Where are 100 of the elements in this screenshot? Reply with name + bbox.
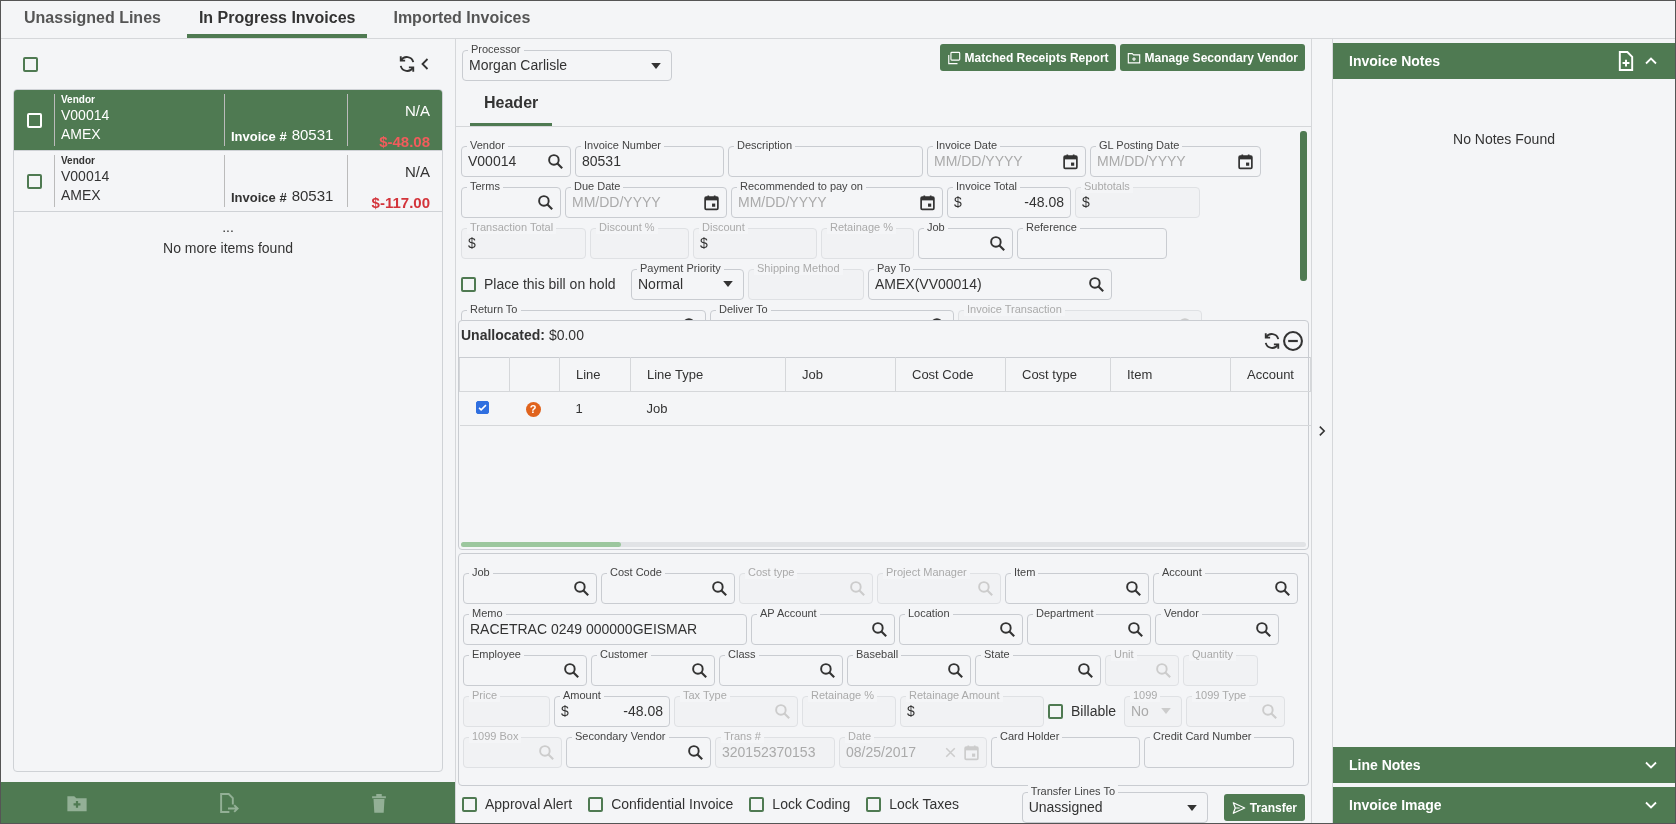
- field-label: Invoice Number: [581, 138, 665, 152]
- text-input[interactable]: MM/DD/YYYY: [572, 191, 699, 213]
- field-label: Discount: [699, 220, 748, 234]
- calendar-icon[interactable]: [703, 193, 720, 211]
- checkbox-label: Lock Taxes: [889, 795, 959, 814]
- empty-notes-text: No Notes Found: [1452, 130, 1556, 149]
- calendar-icon[interactable]: [1237, 152, 1254, 170]
- checkbox[interactable]: [26, 173, 42, 189]
- action-button[interactable]: Matched Receipts Report: [939, 44, 1116, 71]
- text-input[interactable]: V00014: [468, 150, 543, 172]
- field-label: State: [981, 647, 1013, 661]
- checkbox-label: Confidential Invoice: [611, 795, 734, 814]
- checkbox[interactable]: [866, 797, 882, 812]
- field-label: Quantity: [1189, 647, 1236, 661]
- scrollbar-thumb[interactable]: [461, 541, 621, 547]
- table-cell: 1: [575, 401, 583, 417]
- checkbox-label: Lock Coding: [772, 795, 851, 814]
- refresh-icon[interactable]: [397, 54, 417, 74]
- field-label: Cost type: [745, 565, 798, 579]
- text-input[interactable]: -48.08: [965, 191, 1064, 213]
- text-input[interactable]: 80531: [582, 150, 717, 172]
- field-label: Transfer Lines To: [1027, 785, 1118, 798]
- text-input[interactable]: AMEX(VV00014): [875, 273, 1084, 295]
- text-input[interactable]: MM/DD/YYYY: [738, 191, 915, 213]
- field-label: Payment Priority: [637, 261, 724, 275]
- remove-icon[interactable]: [1282, 330, 1304, 353]
- field-label: Invoice Date: [933, 138, 1001, 152]
- field-label: Credit Card Number: [1150, 729, 1255, 743]
- column-header[interactable]: Line: [559, 357, 631, 392]
- checkbox[interactable]: [475, 401, 489, 415]
- vendor-name: AMEX: [61, 186, 102, 205]
- tab[interactable]: Imported Invoices: [381, 1, 543, 38]
- status-text: N/A: [404, 162, 430, 182]
- table-cell: Job: [646, 401, 668, 417]
- field-label: Location: [905, 606, 953, 620]
- vendor-code: V00014: [61, 167, 111, 186]
- field-label: Reference: [1023, 220, 1080, 234]
- send-icon: [1231, 800, 1246, 815]
- field-label: Discount %: [596, 220, 658, 234]
- tab[interactable]: Header: [470, 83, 553, 126]
- field-label: Retainage %: [827, 220, 896, 234]
- invoice-number: 80531: [291, 185, 334, 206]
- checkbox[interactable]: [588, 797, 604, 812]
- tab[interactable]: Unassigned Lines: [12, 1, 173, 38]
- column-header[interactable]: Job: [785, 357, 896, 392]
- invoice-list-item[interactable]: Vendor V00014 AMEX Invoice # 80531 N/A $-117.00: [14, 151, 442, 212]
- column-header[interactable]: Cost Code: [895, 357, 1006, 392]
- amount-text: $-48.08: [378, 131, 430, 152]
- field-label: Vendor: [467, 138, 508, 152]
- column-header[interactable]: Cost type: [1005, 357, 1111, 392]
- select-all-checkbox[interactable]: [23, 56, 38, 72]
- refresh-icon[interactable]: [1262, 331, 1282, 352]
- column-header[interactable]: Item: [1110, 357, 1231, 392]
- text-input[interactable]: -48.08: [572, 700, 663, 722]
- unallocated-text: Unallocated: $0.00: [461, 326, 584, 346]
- checkbox[interactable]: [462, 797, 477, 812]
- invoice-list-item[interactable]: Vendor V00014 AMEX Invoice # 80531 N/A $-48.08: [14, 90, 442, 151]
- calendar-icon[interactable]: [1062, 152, 1079, 170]
- field-label: Tax Type: [680, 688, 730, 702]
- text-input[interactable]: MM/DD/YYYY: [1097, 150, 1233, 172]
- caret-icon: [1186, 804, 1197, 811]
- field-label: Subtotals: [1081, 179, 1133, 193]
- field-label: Cost Code: [607, 565, 665, 579]
- copy-icon: [946, 50, 961, 65]
- field-label: Baseball: [853, 647, 902, 661]
- field-label: Job: [924, 220, 948, 234]
- calendar-icon[interactable]: [919, 193, 936, 211]
- transfer-button[interactable]: Transfer: [1223, 794, 1305, 821]
- column-header[interactable]: Account: [1230, 357, 1311, 392]
- field-label: Invoice Transaction: [964, 302, 1065, 316]
- field-label: Amount: [560, 688, 604, 702]
- field-label: Deliver To: [716, 302, 771, 316]
- panel-header[interactable]: Line Notes: [1333, 747, 1675, 783]
- field-label: Transaction Total: [467, 220, 557, 234]
- tab[interactable]: In Progress Invoices: [186, 1, 368, 38]
- panel-header[interactable]: Invoice Notes: [1333, 43, 1675, 79]
- text-input[interactable]: RACETRAC 0249 000000GEISMAR: [470, 618, 740, 640]
- field-label: Memo: [469, 606, 506, 620]
- field-label: Date: [845, 729, 875, 743]
- panel-header[interactable]: Invoice Image: [1333, 787, 1675, 823]
- field-label: Description: [734, 138, 796, 152]
- field-label: 1099 Type: [1192, 688, 1250, 702]
- field-label: Class: [725, 647, 759, 661]
- field-label: Employee: [469, 647, 524, 661]
- column-header[interactable]: Line Type: [630, 357, 786, 392]
- caret-icon: [723, 281, 733, 288]
- more-marker: ...: [221, 220, 235, 234]
- text-input[interactable]: MM/DD/YYYY: [934, 150, 1058, 172]
- scrollbar-thumb[interactable]: [1300, 130, 1307, 281]
- vendor-label: Vendor: [61, 94, 96, 106]
- field-label: Processor: [468, 43, 524, 56]
- question-icon: ?: [525, 402, 541, 418]
- checkbox[interactable]: [461, 276, 476, 292]
- field-label: Retainage Amount: [906, 688, 1003, 702]
- field-label: GL Posting Date: [1096, 138, 1183, 152]
- caret-icon: [651, 62, 661, 69]
- action-button[interactable]: Manage Secondary Vendor: [1119, 44, 1305, 71]
- checkbox[interactable]: [1048, 703, 1063, 719]
- field-label: Secondary Vendor: [572, 729, 669, 743]
- checkbox[interactable]: [749, 797, 765, 812]
